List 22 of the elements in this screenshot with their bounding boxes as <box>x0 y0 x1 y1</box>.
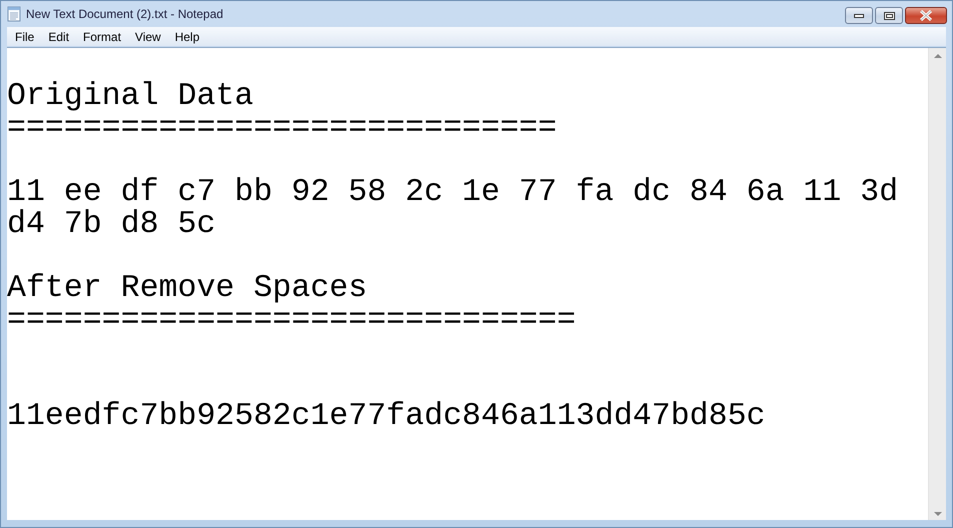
window-title: New Text Document (2).txt - Notepad <box>26 7 224 21</box>
scroll-down-icon[interactable] <box>934 512 942 516</box>
menu-item[interactable]: View <box>128 30 168 44</box>
notepad-icon <box>7 6 21 22</box>
text-line: ============================== <box>7 305 577 337</box>
minimize-button[interactable] <box>845 7 873 24</box>
text-line: ============================= <box>7 113 558 145</box>
scroll-up-icon[interactable] <box>934 54 942 58</box>
close-button[interactable] <box>905 7 947 24</box>
menu-item[interactable]: Help <box>168 30 207 44</box>
menu-item[interactable]: Format <box>76 30 128 44</box>
text-line: 11 ee df c7 bb 92 58 2c 1e 77 fa dc 84 6a 11 3d d4 7b d8 5c <box>7 177 900 241</box>
maximize-button[interactable] <box>875 7 903 24</box>
minimize-icon <box>854 14 864 18</box>
text-line: After Remove Spaces <box>7 273 368 305</box>
maximize-icon <box>884 12 894 20</box>
close-icon <box>919 10 933 21</box>
menu-item[interactable]: Edit <box>41 30 76 44</box>
scrollbar[interactable] <box>928 48 946 520</box>
text-line: 11eedfc7bb92582c1e77fadc846a113dd47bd85c <box>7 401 766 433</box>
menu-item[interactable]: File <box>8 30 42 44</box>
text-line: Original Data <box>7 81 254 113</box>
